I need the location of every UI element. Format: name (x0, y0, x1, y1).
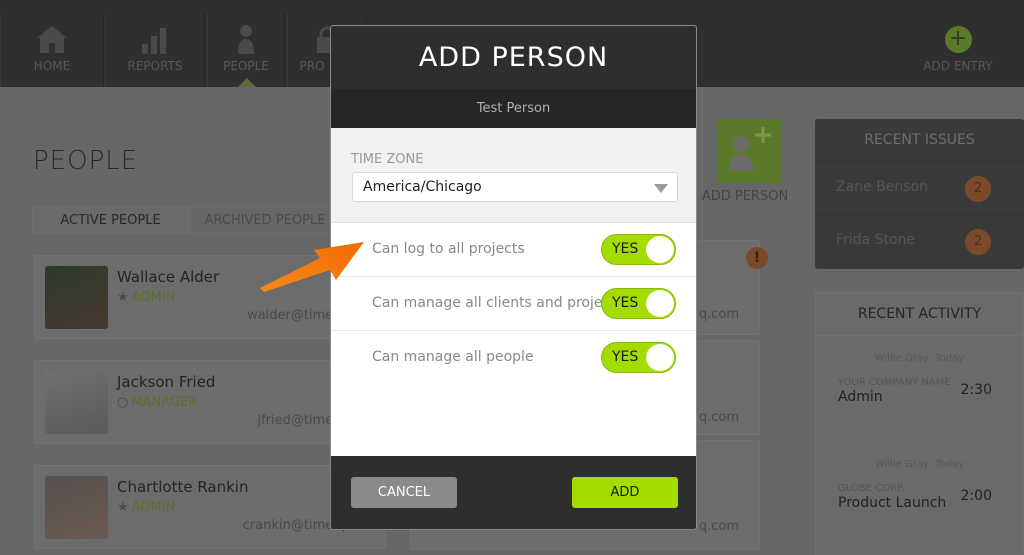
nav-people[interactable]: PEOPLE (207, 14, 285, 87)
arrow-pointer-icon (260, 242, 364, 292)
avatar (45, 476, 108, 539)
activity-item[interactable]: Willie Gray, Today YOUR COMPANY NAME Adm… (816, 336, 1023, 442)
bar-chart-icon (142, 28, 166, 54)
alert-icon: ! (746, 247, 768, 269)
avatar (45, 266, 108, 329)
circle-icon: ○ (117, 395, 129, 410)
home-icon (37, 26, 67, 53)
star-icon: ★ (117, 290, 129, 305)
tab-active-people[interactable]: ACTIVE PEOPLE (32, 206, 189, 234)
cancel-button[interactable]: CANCEL (351, 477, 457, 508)
log-all-projects-toggle[interactable]: YES (601, 234, 676, 265)
modal-title: ADD PERSON (331, 26, 696, 89)
permission-row: Can log to all projects YES (331, 223, 696, 277)
chevron-down-icon (654, 184, 668, 193)
nav-reports[interactable]: REPORTS (105, 14, 205, 87)
issue-count-badge: 2 (965, 229, 991, 255)
nav-home[interactable]: HOME (0, 14, 104, 87)
recent-activity-panel: RECENT ACTIVITY Willie Gray, Today YOUR … (815, 292, 1024, 555)
star-icon: ★ (117, 500, 129, 515)
add-entry-button[interactable]: + ADD ENTRY (920, 26, 996, 76)
add-person-modal: ADD PERSON Test Person TIME ZONE America… (330, 25, 697, 530)
add-person-button[interactable]: ADD PERSON (700, 119, 790, 209)
add-button[interactable]: ADD (572, 477, 678, 508)
issue-count-badge: 2 (965, 176, 991, 202)
manage-people-toggle[interactable]: YES (601, 342, 676, 373)
permission-row: Can manage all clients and projects YES (331, 277, 696, 331)
issue-item[interactable]: Zane Benson 2 (815, 162, 1024, 215)
manage-clients-projects-toggle[interactable]: YES (601, 288, 676, 319)
page-title: PEOPLE (33, 146, 139, 176)
permission-row: Can manage all people YES (331, 331, 696, 385)
plus-circle-icon: + (944, 26, 972, 53)
person-icon (238, 25, 254, 54)
activity-item[interactable]: Willie Gray, Today GLOBE CORP. Product L… (816, 442, 1023, 548)
add-person-icon (717, 119, 781, 183)
timezone-select[interactable]: America/Chicago (352, 172, 678, 202)
modal-subtitle: Test Person (331, 89, 696, 128)
recent-issues-panel: RECENT ISSUES Zane Benson 2 Frida Stone 2 (815, 119, 1024, 269)
modal-footer: CANCEL ADD (331, 456, 696, 529)
avatar (45, 371, 108, 434)
issue-item[interactable]: Frida Stone 2 (815, 215, 1024, 268)
active-indicator (238, 78, 256, 87)
timezone-label: TIME ZONE (351, 152, 424, 167)
